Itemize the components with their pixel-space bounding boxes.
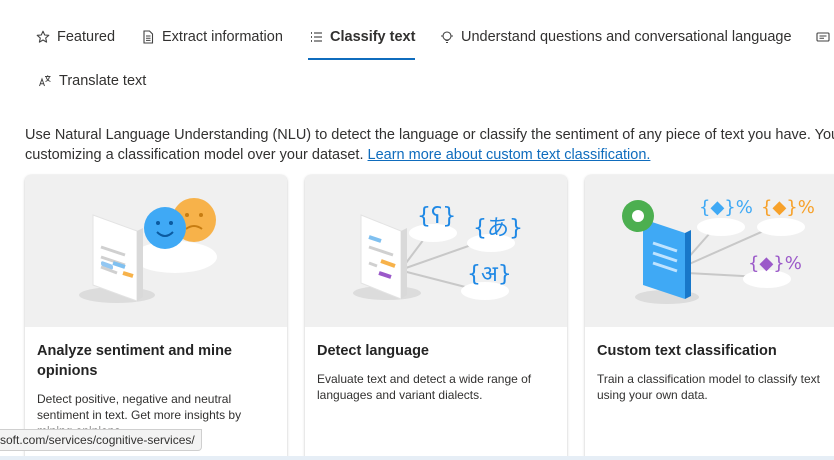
tab-understand-questions[interactable]: Understand questions and conversational … bbox=[439, 19, 792, 55]
tab-featured[interactable]: Featured bbox=[35, 19, 115, 55]
sentiment-illustration bbox=[25, 175, 287, 327]
intro-line-2: customizing a classification model over … bbox=[25, 145, 834, 165]
card-description: Train a classification model to classify… bbox=[597, 372, 820, 402]
intro-text: Use Natural Language Understanding (NLU)… bbox=[25, 125, 834, 165]
svg-text:{◆}%: {◆}% bbox=[761, 197, 815, 218]
document-icon bbox=[140, 29, 156, 45]
detect-language-illustration: {ʕ} {あ} {अ} bbox=[305, 175, 567, 327]
svg-text:{अ}: {अ} bbox=[467, 262, 512, 287]
card-title: Analyze sentiment and mine opinions bbox=[37, 343, 232, 379]
tab-label: Understand questions and conversational … bbox=[461, 29, 792, 45]
learn-more-link[interactable]: Learn more about custom text classificat… bbox=[368, 147, 651, 163]
status-bar-url: soft.com/services/cognitive-services/ bbox=[0, 429, 202, 451]
tab-label: Translate text bbox=[59, 73, 147, 89]
intro-line-2-text: customizing a classification model over … bbox=[25, 147, 364, 163]
svg-text:{◆}%: {◆}% bbox=[748, 253, 802, 274]
tab-summarize[interactable]: S bbox=[815, 19, 834, 55]
card-description: Evaluate text and detect a wide range of… bbox=[317, 372, 532, 402]
active-tab-indicator bbox=[308, 58, 416, 60]
card-detect-language[interactable]: {ʕ} {あ} {अ} Detect language Evaluate tex… bbox=[305, 175, 567, 460]
tab-bar: Featured Extract information Classify te… bbox=[0, 0, 834, 110]
tab-translate-text[interactable]: Translate text bbox=[37, 63, 146, 99]
card-title: Detect language bbox=[317, 343, 429, 359]
intro-line-1: Use Natural Language Understanding (NLU)… bbox=[25, 127, 834, 143]
tab-label: Extract information bbox=[162, 29, 283, 45]
star-icon bbox=[35, 29, 51, 45]
tab-label: Featured bbox=[57, 29, 116, 45]
list-icon bbox=[308, 29, 324, 45]
tab-extract-information[interactable]: Extract information bbox=[140, 19, 283, 55]
tab-label: Classify text bbox=[330, 29, 416, 45]
summary-icon bbox=[815, 29, 831, 45]
card-title: Custom text classification bbox=[597, 343, 777, 359]
translate-icon bbox=[37, 73, 53, 89]
tab-classify-text[interactable]: Classify text bbox=[308, 19, 416, 60]
card-custom-text-classification[interactable]: {◆}% {◆}% {◆}% Custom text classificatio… bbox=[585, 175, 834, 460]
svg-text:{◆}%: {◆}% bbox=[699, 197, 753, 218]
custom-classification-illustration: {◆}% {◆}% {◆}% bbox=[585, 175, 834, 327]
chat-bulb-icon bbox=[439, 29, 455, 45]
bottom-scroll-edge bbox=[0, 456, 834, 460]
card-analyze-sentiment[interactable]: Analyze sentiment and mine opinions Dete… bbox=[25, 175, 287, 460]
svg-text:{ʕ}: {ʕ} bbox=[417, 204, 456, 229]
svg-text:{あ}: {あ} bbox=[473, 216, 523, 241]
